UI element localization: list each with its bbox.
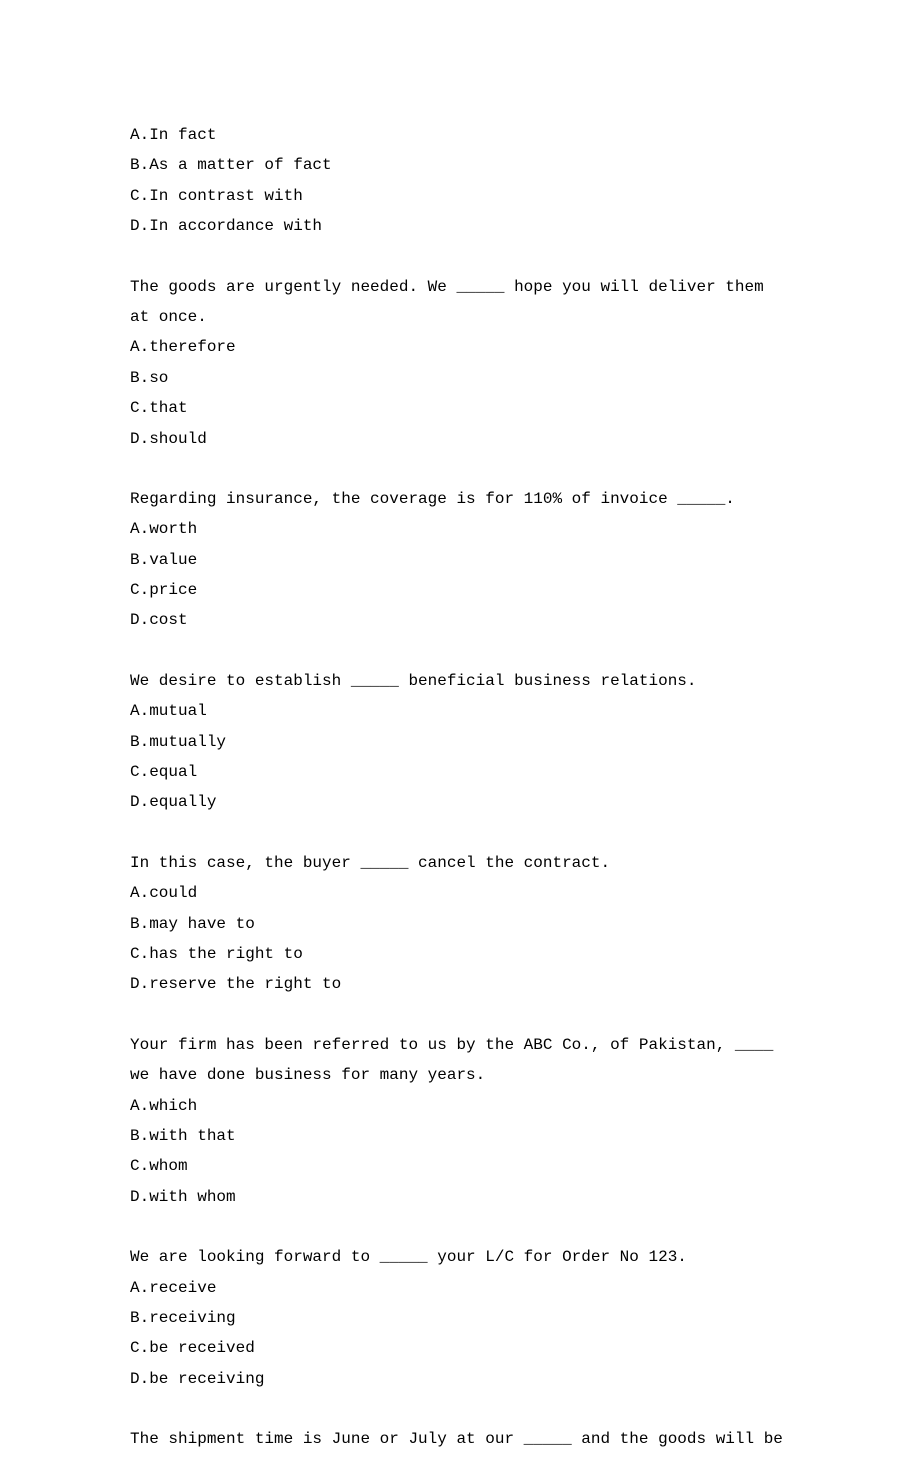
option-b: B.mutually [130, 727, 790, 757]
option-a: A.could [130, 878, 790, 908]
option-c: C.In contrast with [130, 181, 790, 211]
question-block: The goods are urgently needed. We _____ … [130, 272, 790, 454]
option-d: D.equally [130, 787, 790, 817]
question-block: A.In fact B.As a matter of fact C.In con… [130, 120, 790, 242]
option-a: A.In fact [130, 120, 790, 150]
question-stem: The shipment time is June or July at our… [130, 1424, 790, 1454]
option-a: A.worth [130, 514, 790, 544]
option-c: C.equal [130, 757, 790, 787]
option-d: D.should [130, 424, 790, 454]
option-a: A.therefore [130, 332, 790, 362]
question-stem: The goods are urgently needed. We _____ … [130, 272, 790, 333]
option-d: D.In accordance with [130, 211, 790, 241]
option-b: B.receiving [130, 1303, 790, 1333]
question-stem: Regarding insurance, the coverage is for… [130, 484, 790, 514]
option-a: A.receive [130, 1273, 790, 1303]
question-block: The shipment time is June or July at our… [130, 1424, 790, 1454]
question-stem: Your firm has been referred to us by the… [130, 1030, 790, 1091]
question-stem: We are looking forward to _____ your L/C… [130, 1242, 790, 1272]
question-stem: We desire to establish _____ beneficial … [130, 666, 790, 696]
option-c: C.be received [130, 1333, 790, 1363]
question-stem: In this case, the buyer _____ cancel the… [130, 848, 790, 878]
option-d: D.cost [130, 605, 790, 635]
option-b: B.with that [130, 1121, 790, 1151]
option-c: C.that [130, 393, 790, 423]
option-c: C.whom [130, 1151, 790, 1181]
option-a: A.which [130, 1091, 790, 1121]
question-block: In this case, the buyer _____ cancel the… [130, 848, 790, 1000]
question-block: We are looking forward to _____ your L/C… [130, 1242, 790, 1394]
option-b: B.may have to [130, 909, 790, 939]
question-block: Your firm has been referred to us by the… [130, 1030, 790, 1212]
option-d: D.with whom [130, 1182, 790, 1212]
question-block: We desire to establish _____ beneficial … [130, 666, 790, 818]
option-a: A.mutual [130, 696, 790, 726]
option-d: D.be receiving [130, 1364, 790, 1394]
option-c: C.price [130, 575, 790, 605]
question-block: Regarding insurance, the coverage is for… [130, 484, 790, 636]
option-c: C.has the right to [130, 939, 790, 969]
option-d: D.reserve the right to [130, 969, 790, 999]
option-b: B.so [130, 363, 790, 393]
option-b: B.As a matter of fact [130, 150, 790, 180]
option-b: B.value [130, 545, 790, 575]
document-page: A.In fact B.As a matter of fact C.In con… [0, 0, 920, 1454]
